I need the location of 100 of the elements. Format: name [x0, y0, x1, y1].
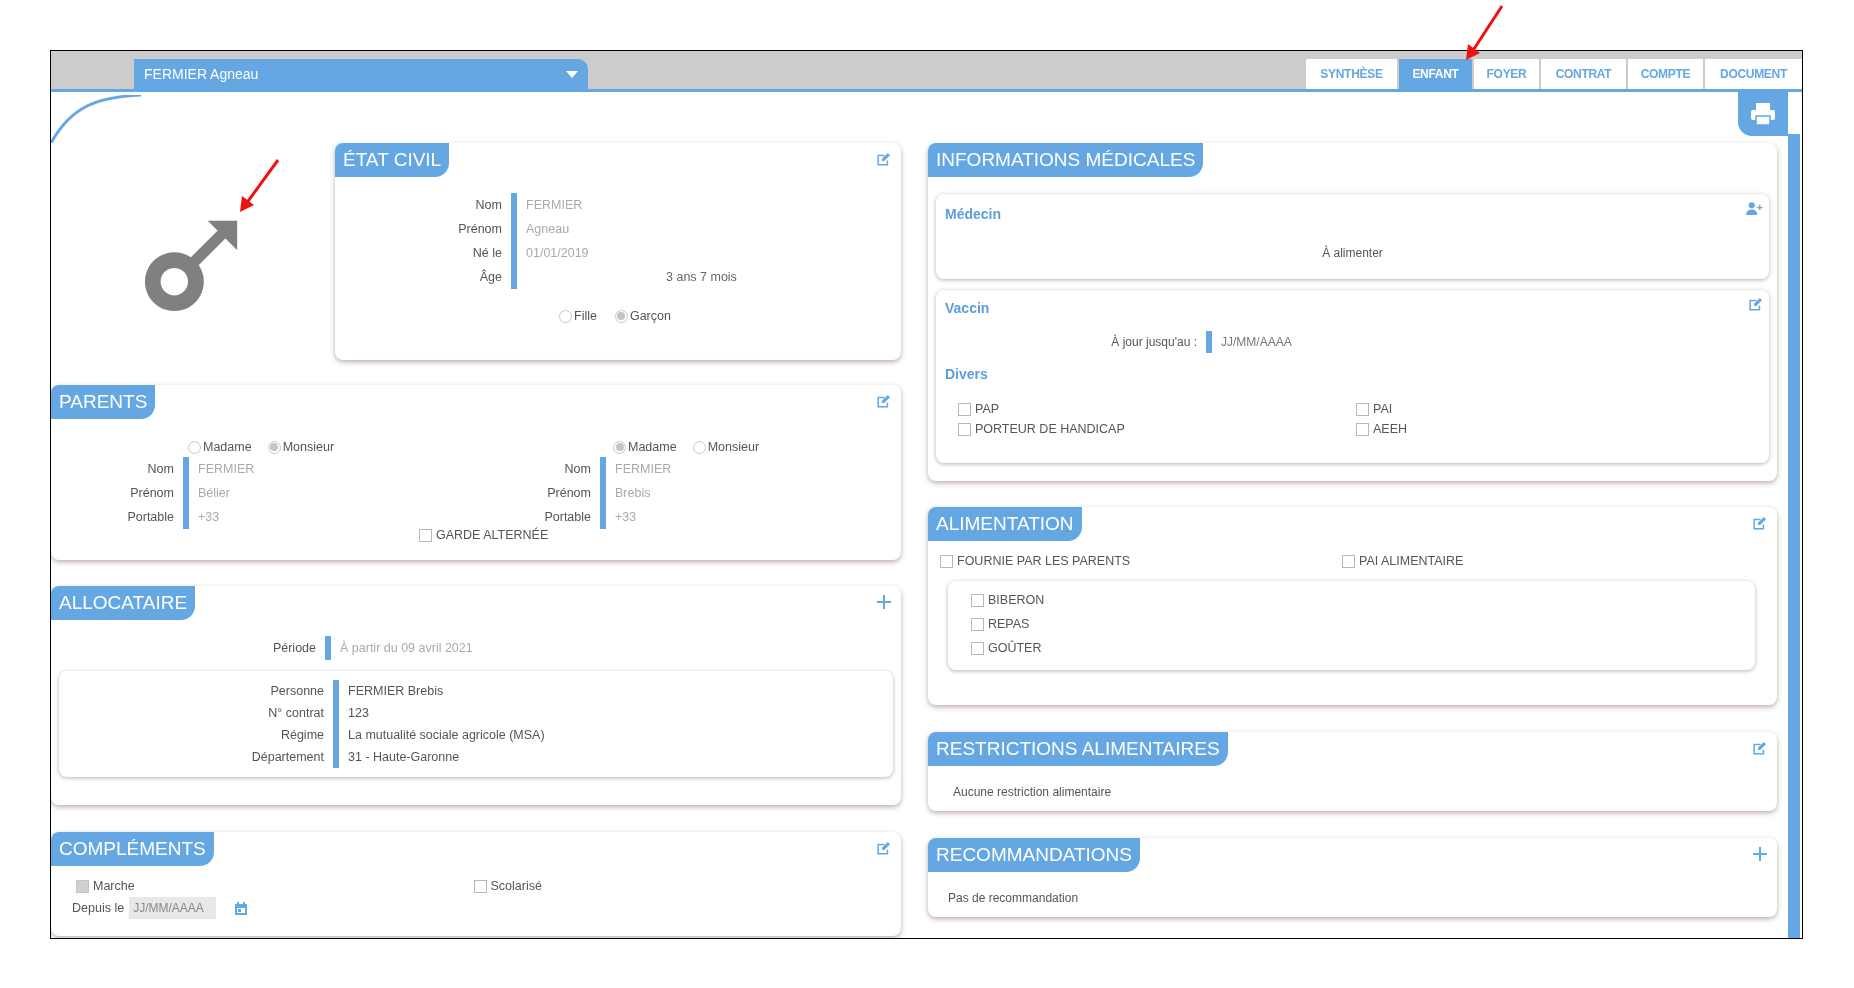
field-value: +33: [615, 509, 637, 526]
section-title: RESTRICTIONS ALIMENTAIRES: [928, 732, 1228, 766]
edit-icon[interactable]: [876, 394, 891, 409]
field-value: FERMIER: [526, 197, 583, 214]
caret-icon: [566, 70, 578, 78]
checkbox-label: Marche: [93, 878, 135, 895]
checkbox[interactable]: [1356, 422, 1369, 436]
checkbox-label: FOURNIE PAR LES PARENTS: [957, 553, 1131, 570]
tab[interactable]: SYNTHÈSE: [1306, 59, 1397, 89]
radio-label: Fille: [574, 308, 597, 325]
section-title: PARENTS: [51, 385, 156, 419]
tab[interactable]: FOYER: [1474, 59, 1539, 89]
empty-state-text: Pas de recommandation: [947, 890, 1080, 907]
field-label: Nom: [147, 461, 174, 478]
field-value: La mutualité sociale agricole (MSA): [348, 727, 545, 744]
field-label: Né le: [472, 245, 502, 262]
checkbox-label: PAI: [1373, 401, 1393, 418]
checkbox-label: GOÛTER: [988, 639, 1042, 657]
field-label: Période: [272, 640, 316, 657]
field-label: Prénom: [547, 485, 591, 502]
edit-icon[interactable]: [1752, 741, 1767, 756]
value-bar: [600, 457, 606, 529]
empty-state-text: À alimenter: [1322, 244, 1383, 262]
field-value: Brebis: [615, 485, 651, 502]
date-field[interactable]: JJ/MM/AAAA: [1206, 331, 1326, 353]
tab[interactable]: CONTRAT: [1541, 59, 1626, 89]
field-label: Nom: [475, 197, 502, 214]
value-bar: [325, 636, 331, 660]
field-value: FERMIER: [615, 461, 672, 478]
radio-button[interactable]: [692, 440, 706, 454]
radio-label: Madame: [628, 439, 677, 456]
checkbox-label: PORTEUR DE HANDICAP: [975, 421, 1125, 438]
field-label: Depuis le: [72, 899, 125, 917]
tab[interactable]: COMPTE: [1628, 59, 1703, 89]
field-value: 123: [348, 705, 369, 722]
field-value: FERMIER: [198, 461, 255, 478]
field-label: Prénom: [458, 221, 502, 238]
radio-button[interactable]: [188, 440, 201, 454]
field-label: Régime: [280, 727, 324, 744]
client-dropdown[interactable]: FERMIER Agneau: [134, 59, 588, 89]
checkbox[interactable]: [971, 593, 984, 607]
checkbox[interactable]: [1356, 402, 1369, 416]
radio-button[interactable]: [613, 440, 626, 454]
print-button[interactable]: [1738, 92, 1788, 136]
date-field[interactable]: JJ/MM/AAAA: [129, 897, 217, 919]
subsection-title: Vaccin: [944, 299, 990, 318]
section-title: COMPLÉMENTS: [51, 832, 214, 866]
edit-icon[interactable]: [876, 152, 891, 167]
checkbox-label: REPAS: [988, 616, 1030, 633]
tab[interactable]: DOCUMENT: [1705, 59, 1802, 89]
checkbox-label: AEEH: [1373, 421, 1408, 438]
section-title: ALLOCATAIRE: [51, 586, 196, 620]
checkbox[interactable]: [971, 641, 984, 655]
section-title: ÉTAT CIVIL: [335, 143, 450, 177]
checkbox[interactable]: [473, 879, 487, 893]
calendar-icon[interactable]: [235, 901, 248, 915]
checkbox-label: BIBERON: [988, 592, 1045, 609]
section-title: INFORMATIONS MÉDICALES: [928, 143, 1204, 177]
field-value: Bélier: [198, 485, 230, 502]
field-label: Âge: [479, 268, 502, 286]
value-bar: [183, 457, 189, 529]
field-value: 01/01/2019: [526, 245, 589, 262]
field-value: FERMIER Brebis: [348, 683, 444, 700]
plus-icon[interactable]: [1753, 847, 1767, 861]
subsection-title: Divers: [944, 365, 989, 384]
checkbox[interactable]: [419, 528, 432, 542]
radio-label: Monsieur: [707, 439, 760, 456]
checkbox[interactable]: [958, 422, 971, 436]
edit-icon[interactable]: [876, 841, 891, 856]
checkbox[interactable]: [971, 617, 984, 631]
radio-label: Madame: [203, 439, 252, 456]
checkbox[interactable]: [1342, 554, 1355, 568]
user-plus-icon[interactable]: [1746, 202, 1763, 215]
field-value: Agneau: [526, 221, 570, 238]
field-label: À jour jusqu'au :: [1110, 333, 1198, 351]
plus-icon[interactable]: [877, 595, 891, 609]
field-label: Prénom: [130, 485, 174, 502]
radio-label: Garçon: [629, 308, 671, 325]
field-label: Département: [251, 749, 324, 766]
radio-button[interactable]: [267, 440, 281, 454]
field-label: Portable: [127, 509, 174, 526]
subsection-title: Médecin: [944, 205, 1001, 224]
radio-label: Monsieur: [282, 439, 335, 456]
field-value: 31 - Haute-Garonne: [348, 749, 460, 766]
field-value: 3 ans 7 mois: [665, 269, 737, 286]
tab[interactable]: ENFANT: [1399, 59, 1472, 89]
section-title: RECOMMANDATIONS: [928, 838, 1140, 872]
field-label: Portable: [544, 509, 591, 526]
radio-button[interactable]: [559, 309, 572, 323]
checkbox[interactable]: [940, 554, 953, 568]
checkbox-label: GARDE ALTERNÉE: [436, 526, 549, 544]
radio-button[interactable]: [614, 309, 628, 323]
field-value: +33: [198, 509, 220, 526]
field-value: À partir du 09 avril 2021: [340, 639, 473, 657]
field-label: N° contrat: [268, 705, 324, 722]
section-title: ALIMENTATION: [928, 507, 1082, 541]
edit-icon[interactable]: [1748, 297, 1763, 312]
edit-icon[interactable]: [1752, 516, 1767, 531]
print-icon: [1750, 102, 1776, 126]
checkbox[interactable]: [958, 402, 971, 416]
